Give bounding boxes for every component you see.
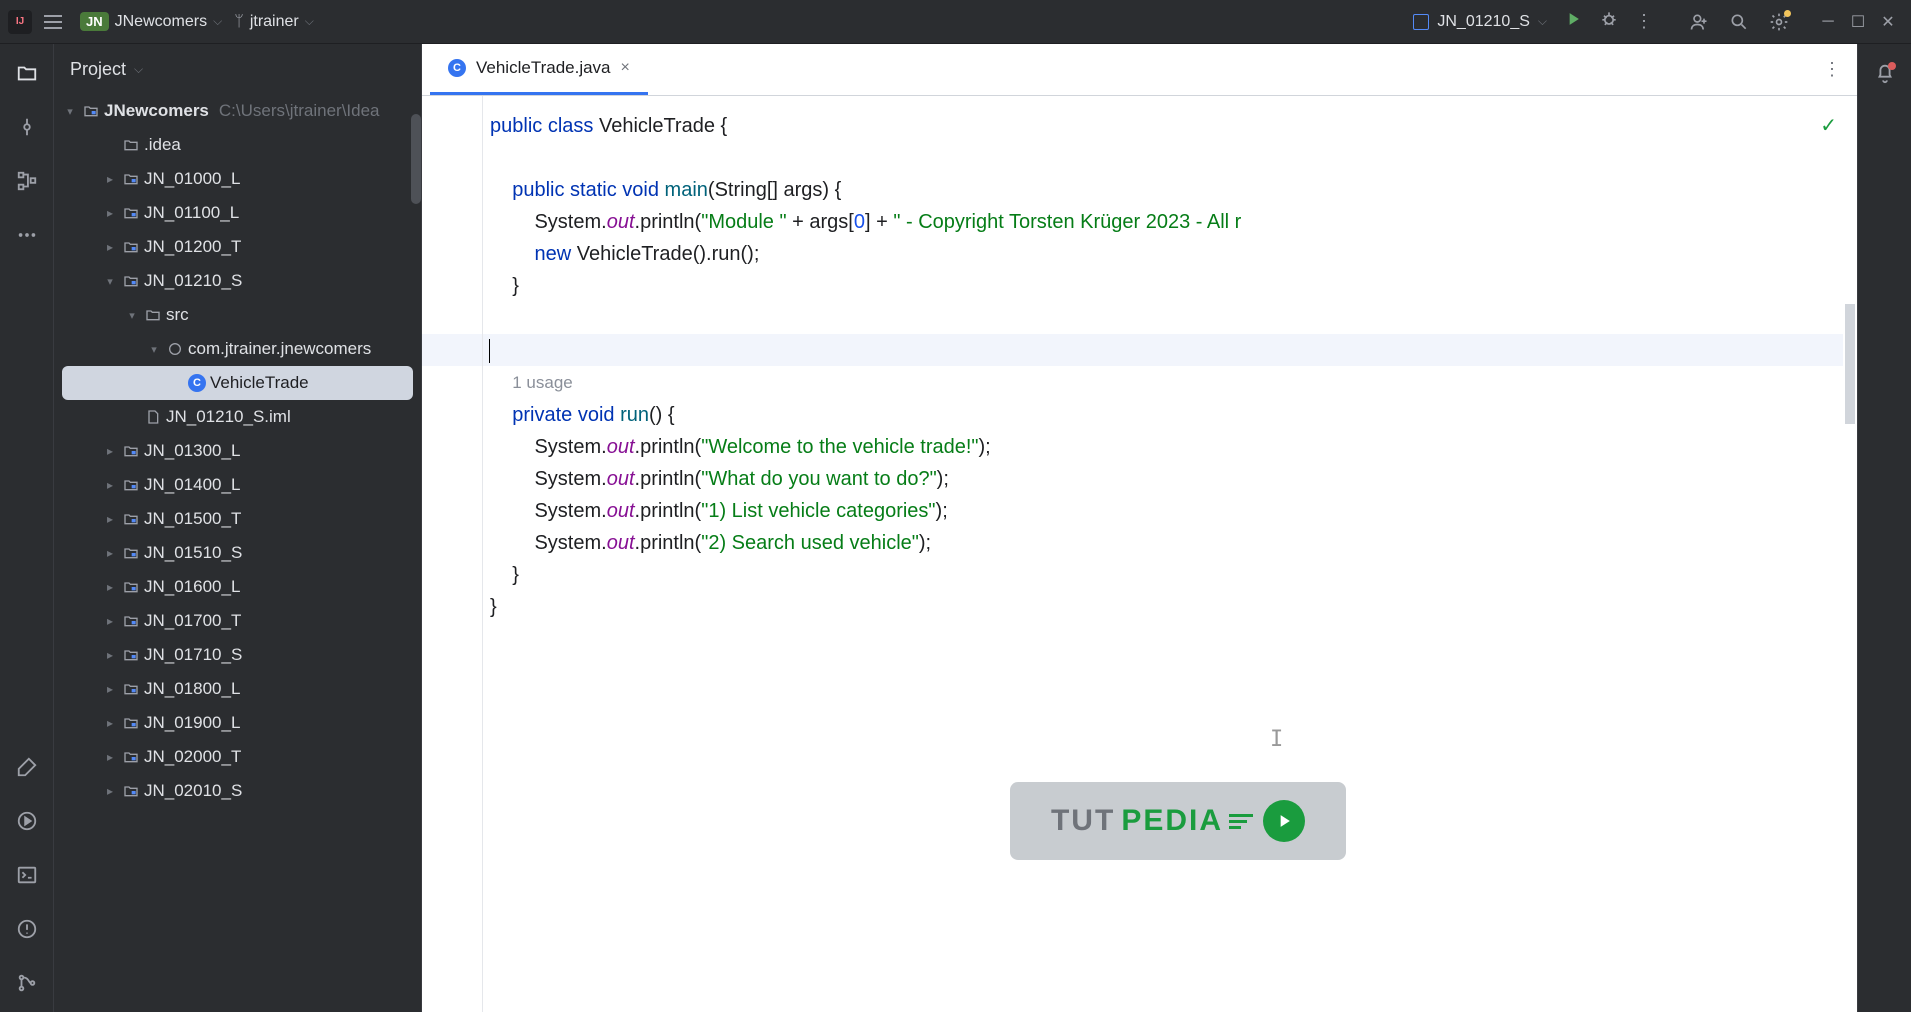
editor-area: C VehicleTrade.java × ⋮ ✓ public class V… <box>422 44 1857 1012</box>
tree-item-vehicletrade[interactable]: C VehicleTrade <box>62 366 413 400</box>
debug-button[interactable] <box>1599 9 1619 34</box>
tree-item-jn-01210-s[interactable]: JN_01210_S <box>54 264 421 298</box>
left-tool-strip <box>0 44 54 1012</box>
chevron-down-icon: ⌵ <box>1538 14 1547 29</box>
minimize-button[interactable]: ─ <box>1821 15 1835 29</box>
project-tree[interactable]: JNewcomersC:\Users\jtrainer\Idea .idea J… <box>54 94 421 1012</box>
structure-tool-icon[interactable] <box>16 170 38 192</box>
play-icon <box>1263 800 1305 842</box>
app-icon: IJ <box>8 10 32 34</box>
user-selector[interactable]: ᛘ jtrainer ⌵ <box>234 13 314 31</box>
run-button[interactable] <box>1563 9 1583 34</box>
right-tool-strip <box>1857 44 1911 1012</box>
project-selector[interactable]: JN JNewcomers ⌵ <box>80 12 222 31</box>
update-badge <box>1784 10 1791 17</box>
tree-item-jn-01100-l[interactable]: JN_01100_L <box>54 196 421 230</box>
problems-tool-icon[interactable] <box>16 918 38 940</box>
services-tool-icon[interactable] <box>16 810 38 832</box>
class-icon: C <box>448 59 466 77</box>
sidebar-title: Project <box>70 59 126 80</box>
run-config-icon <box>1413 14 1429 30</box>
close-button[interactable]: ✕ <box>1881 15 1895 29</box>
tree-item-jn-01900-l[interactable]: JN_01900_L <box>54 706 421 740</box>
text-caret <box>489 339 490 363</box>
project-badge: JN <box>80 12 109 31</box>
gutter-line <box>482 96 483 1012</box>
editor-more-button[interactable]: ⋮ <box>1823 59 1841 80</box>
notifications-icon[interactable] <box>1874 62 1896 84</box>
build-tool-icon[interactable] <box>16 756 38 778</box>
more-actions-button[interactable]: ⋮ <box>1635 11 1653 32</box>
tree-item-jn-01200-t[interactable]: JN_01200_T <box>54 230 421 264</box>
tree-item-jn-01000-l[interactable]: JN_01000_L <box>54 162 421 196</box>
close-tab-button[interactable]: × <box>621 59 630 77</box>
chevron-down-icon: ⌵ <box>134 62 143 77</box>
editor-tabs: C VehicleTrade.java × ⋮ <box>422 44 1857 96</box>
tab-label: VehicleTrade.java <box>476 58 611 78</box>
tree-item-jn-01800-l[interactable]: JN_01800_L <box>54 672 421 706</box>
commit-tool-icon[interactable] <box>16 116 38 138</box>
tree-item-jn-02000-t[interactable]: JN_02000_T <box>54 740 421 774</box>
maximize-button[interactable]: ☐ <box>1851 15 1865 29</box>
run-config-label: JN_01210_S <box>1437 13 1530 31</box>
scrollbar-thumb[interactable] <box>411 114 421 204</box>
tree-item-jn-01300-l[interactable]: JN_01300_L <box>54 434 421 468</box>
tree-item-jn-01510-s[interactable]: JN_01510_S <box>54 536 421 570</box>
chevron-down-icon: ⌵ <box>213 14 222 29</box>
project-sidebar: Project ⌵ JNewcomersC:\Users\jtrainer\Id… <box>54 44 422 1012</box>
code-with-me-icon[interactable] <box>1689 12 1709 32</box>
main-menu-button[interactable] <box>44 10 68 34</box>
tree-item-jn-02010-s[interactable]: JN_02010_S <box>54 774 421 808</box>
branch-icon: ᛘ <box>234 13 244 31</box>
inspection-ok-icon[interactable]: ✓ <box>1820 110 1837 142</box>
more-tools-icon[interactable] <box>16 224 38 246</box>
minimap-thumb[interactable] <box>1845 304 1855 424</box>
tree-item-jn-01400-l[interactable]: JN_01400_L <box>54 468 421 502</box>
sidebar-header[interactable]: Project ⌵ <box>54 44 421 94</box>
run-config-selector[interactable]: JN_01210_S ⌵ <box>1413 13 1547 31</box>
tree-item-jn-01500-t[interactable]: JN_01500_T <box>54 502 421 536</box>
editor-minimap[interactable] <box>1843 96 1857 1012</box>
titlebar: IJ JN JNewcomers ⌵ ᛘ jtrainer ⌵ JN_01210… <box>0 0 1911 44</box>
user-label: jtrainer <box>250 13 299 31</box>
notification-badge <box>1888 62 1896 70</box>
tree-item-jn-01700-t[interactable]: JN_01700_T <box>54 604 421 638</box>
tree-item-src[interactable]: src <box>54 298 421 332</box>
tab-vehicletrade[interactable]: C VehicleTrade.java × <box>430 44 648 95</box>
tree-item-jn-01210-s-iml[interactable]: JN_01210_S.iml <box>54 400 421 434</box>
project-tool-icon[interactable] <box>16 62 38 84</box>
code-editor[interactable]: ✓ public class VehicleTrade { public sta… <box>422 96 1857 1012</box>
search-icon[interactable] <box>1729 12 1749 32</box>
tree-item-jn-01600-l[interactable]: JN_01600_L <box>54 570 421 604</box>
tree-item-jn-01710-s[interactable]: JN_01710_S <box>54 638 421 672</box>
tree-item-com-jtrainer-jnewcomers[interactable]: com.jtrainer.jnewcomers <box>54 332 421 366</box>
settings-icon[interactable] <box>1769 12 1789 32</box>
tree-item--idea[interactable]: .idea <box>54 128 421 162</box>
text-cursor-indicator: I <box>1270 724 1283 756</box>
tree-root[interactable]: JNewcomersC:\Users\jtrainer\Idea <box>54 94 421 128</box>
vcs-tool-icon[interactable] <box>16 972 38 994</box>
watermark-logo: TUT PEDIA <box>1010 782 1346 860</box>
terminal-tool-icon[interactable] <box>16 864 38 886</box>
project-name: JNewcomers <box>115 13 207 31</box>
chevron-down-icon: ⌵ <box>305 14 314 29</box>
